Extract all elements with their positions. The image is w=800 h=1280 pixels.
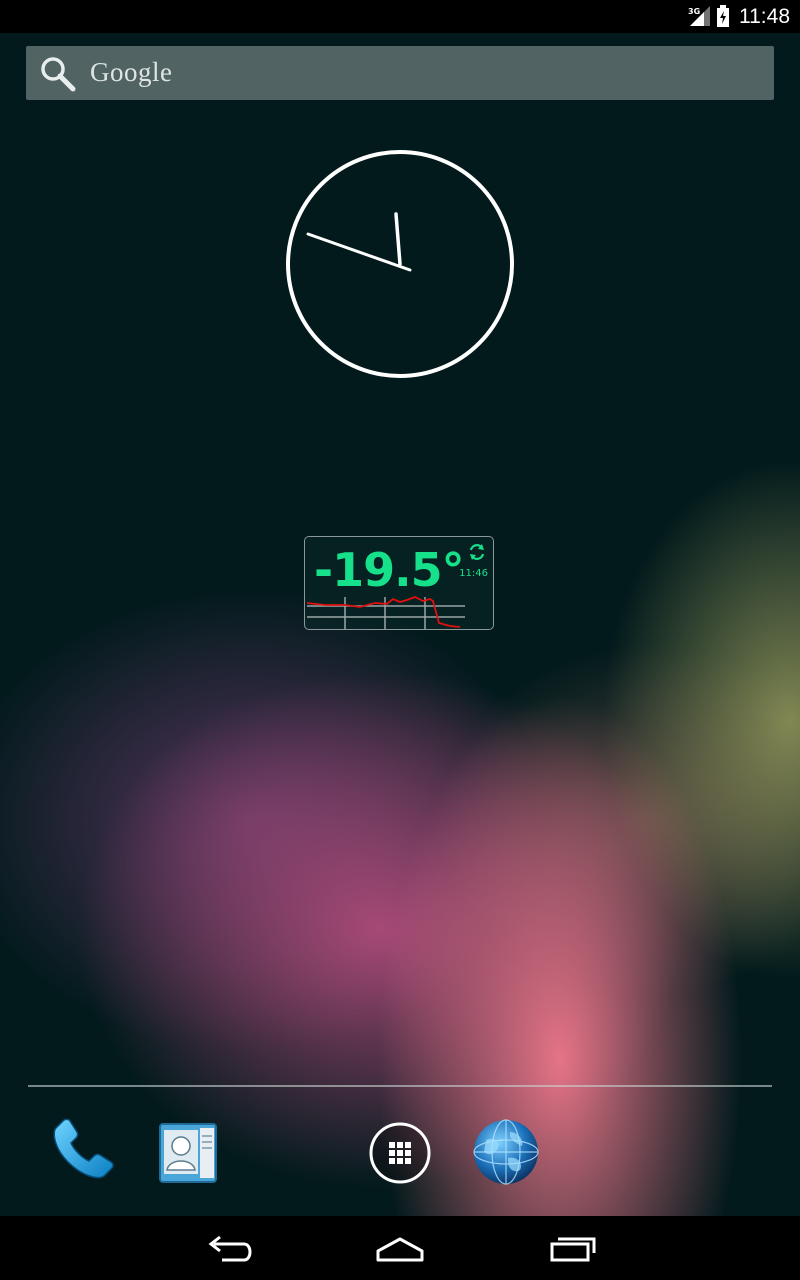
status-time: 11:48: [739, 5, 790, 28]
network-type-label: 3G: [688, 7, 700, 16]
phone-icon[interactable]: [48, 1118, 116, 1186]
navigation-bar: [0, 1216, 800, 1280]
browser-icon[interactable]: [472, 1118, 540, 1186]
home-icon[interactable]: [370, 1230, 430, 1266]
temperature-history-graph: [306, 596, 465, 629]
dock-divider: [28, 1085, 772, 1087]
recent-apps-icon[interactable]: [544, 1230, 604, 1266]
back-icon[interactable]: [200, 1230, 260, 1266]
refresh-icon[interactable]: [467, 542, 487, 562]
temperature-updated-time: 11:46: [459, 568, 488, 579]
search-icon: [41, 57, 76, 92]
clock-hour-hand: [394, 212, 402, 266]
search-placeholder: Google: [90, 57, 173, 87]
clock-minute-hand: [306, 232, 412, 272]
temperature-widget[interactable]: -19.5° 11:46: [304, 536, 494, 630]
status-bar: 3G 11:48: [0, 0, 800, 33]
contacts-icon[interactable]: [156, 1120, 220, 1184]
google-search-bar[interactable]: Google: [26, 46, 774, 100]
analog-clock-widget[interactable]: [284, 148, 516, 380]
battery-icon: [717, 5, 729, 27]
all-apps-icon[interactable]: [368, 1121, 432, 1185]
signal-icon: 3G: [688, 6, 710, 26]
